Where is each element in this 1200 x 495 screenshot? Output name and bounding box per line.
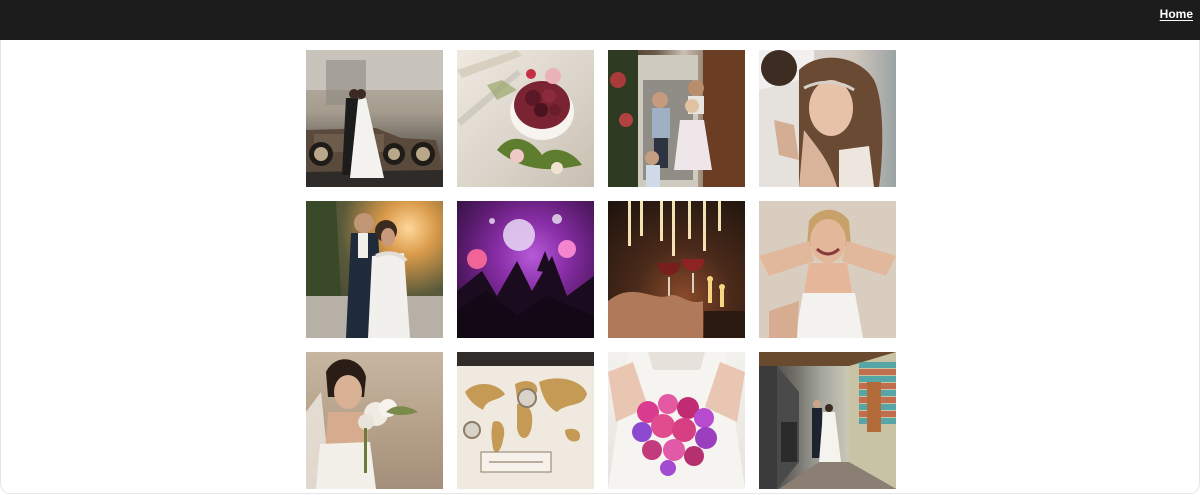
photo-gallery	[306, 50, 896, 489]
gallery-photo-bride-with-hair-accessory[interactable]	[759, 50, 896, 187]
gallery-photo-couple-with-vintage-car[interactable]	[306, 50, 443, 187]
gallery-photo-couple-at-sunset[interactable]	[306, 201, 443, 338]
gallery-photo-world-map-guestbook[interactable]	[457, 352, 594, 489]
gallery-photo-children-in-doorway[interactable]	[608, 50, 745, 187]
gallery-photo-candlelit-toast[interactable]	[608, 201, 745, 338]
gallery-photo-laughing-bride[interactable]	[759, 201, 896, 338]
top-nav-bar: Home	[0, 0, 1200, 40]
gallery-photo-couple-in-corridor[interactable]	[759, 352, 896, 489]
gallery-photo-party-lights-dancefloor[interactable]	[457, 201, 594, 338]
home-link[interactable]: Home	[1160, 7, 1193, 21]
gallery-photo-wedding-cake-with-berries[interactable]	[457, 50, 594, 187]
gallery-photo-bride-with-bouquet[interactable]	[306, 352, 443, 489]
gallery-photo-pink-purple-bouquet[interactable]	[608, 352, 745, 489]
